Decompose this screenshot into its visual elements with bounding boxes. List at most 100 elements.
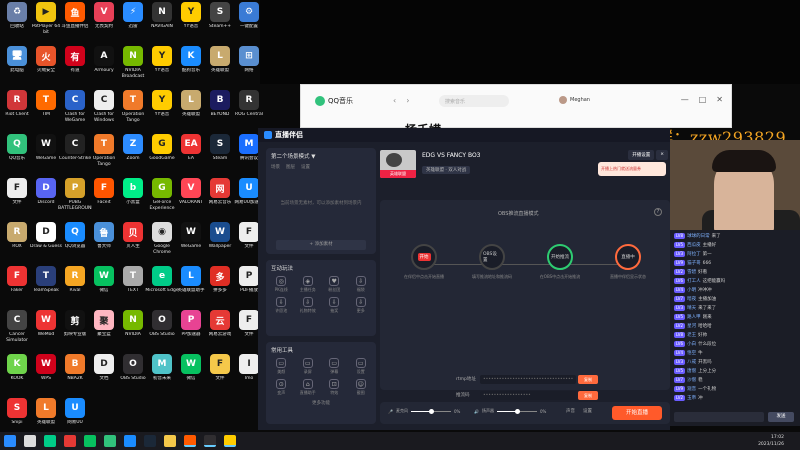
tool-button[interactable]: ◈ 主播任务 xyxy=(295,276,322,293)
chat-username[interactable]: 打工人 xyxy=(687,279,701,284)
folder-icon[interactable] xyxy=(164,435,176,447)
tool-button[interactable]: ⇩ 福袋 xyxy=(348,276,375,293)
tool-label: 录屏 xyxy=(303,369,312,374)
chat-username[interactable]: 球球的日常 xyxy=(687,234,710,239)
chat-username[interactable]: 晴天 xyxy=(687,306,696,311)
netease-icon[interactable] xyxy=(64,435,76,447)
mic-volume[interactable]: 🎤 麦克风 0% xyxy=(388,408,460,414)
tool-label: PK连线 xyxy=(274,287,288,292)
scene-tab[interactable]: 场景 xyxy=(271,164,280,170)
chat-username[interactable]: 老王 xyxy=(687,333,696,338)
tool-button[interactable]: ⇩ 更多 xyxy=(348,297,375,314)
speaker-slider-handle[interactable] xyxy=(514,408,520,414)
tool-button[interactable]: ☺ 截图 xyxy=(348,379,375,396)
tool-button[interactable]: ⇩ 许愿池 xyxy=(268,297,295,314)
user-profile[interactable]: Meghan xyxy=(559,96,590,104)
room-cover[interactable]: 英雄联盟 xyxy=(380,150,416,178)
back-icon[interactable]: ‹ xyxy=(393,96,396,105)
stream-key-field[interactable]: •••••••••••••••••• xyxy=(480,390,576,400)
edge-icon[interactable] xyxy=(44,435,56,447)
promo-banner[interactable]: 开播上热门就送流量券 xyxy=(598,162,666,176)
scene-tabs: 场景 图层 设置 xyxy=(266,164,376,170)
add-source-button[interactable]: + 添加素材 xyxy=(276,240,366,250)
chat-username[interactable]: 路人甲 xyxy=(687,315,701,320)
room-title[interactable]: EDG VS FANCY BO3 xyxy=(422,152,481,159)
tools-panel: 常用工具 ▭ 美颜 ▭ 录屏 ▭ 弹幕 ▭ 设置 ⊙ 变声 ⌂ 直播助手 ⊡ 特效 ☺ 截图 更多功能 xyxy=(266,342,376,424)
tool-button[interactable]: ⊡ 特效 xyxy=(321,379,348,396)
chat-input[interactable] xyxy=(674,412,764,422)
app-icon: EA xyxy=(181,134,201,154)
speaker-slider[interactable] xyxy=(496,408,537,414)
chat-username[interactable]: 沙僧 xyxy=(687,378,696,383)
chat-username[interactable]: 阿拉丁 xyxy=(687,252,701,257)
tool-button[interactable]: ▭ 美颜 xyxy=(268,358,295,375)
chat-username[interactable]: 唐僧 xyxy=(687,369,696,374)
close-icon[interactable]: ✕ xyxy=(716,95,723,104)
search-input[interactable]: 搜索音乐 xyxy=(439,95,509,107)
chat-send-button[interactable]: 发送 xyxy=(768,412,794,422)
scene-tab[interactable]: 设置 xyxy=(301,164,310,170)
tool-button[interactable]: ♥ 粉丝团 xyxy=(321,276,348,293)
sound-button[interactable]: 声音 xyxy=(566,408,575,414)
wechat-icon[interactable] xyxy=(84,435,96,447)
chat-username[interactable]: 星河 xyxy=(687,324,696,329)
mic-slider-handle[interactable] xyxy=(428,408,434,414)
minimize-icon[interactable]: — xyxy=(681,95,689,104)
desktop-icon-label: 网易UU xyxy=(67,420,83,425)
chat-username[interactable]: 猫子哥 xyxy=(687,261,701,266)
chat-message: LV9 观音 一个礼物 xyxy=(670,385,800,394)
chat-username[interactable]: 西瓜皮 xyxy=(687,243,701,248)
tool-button[interactable]: ⌂ 直播助手 xyxy=(295,379,322,396)
tool-button[interactable]: ⇩ 礼物特效 xyxy=(295,297,322,314)
tool-button[interactable]: ▭ 弹幕 xyxy=(321,358,348,375)
maximize-icon[interactable]: □ xyxy=(699,95,707,104)
chat-username[interactable]: 雪碧 xyxy=(687,270,696,275)
chat-username[interactable]: 玉帝 xyxy=(687,396,696,401)
steam-icon[interactable] xyxy=(144,435,156,447)
start-live-button[interactable]: 开始直播 xyxy=(612,406,662,420)
tool-icon: ▭ xyxy=(276,358,287,368)
qq-music-window[interactable]: QQ音乐 ‹ › 搜索音乐 Meghan — □ ✕ 杨千嬅 xyxy=(300,84,732,137)
tool-button[interactable]: ▭ 设置 xyxy=(348,358,375,375)
app-icon: W xyxy=(94,266,114,286)
settings-button[interactable]: 设置 xyxy=(583,408,592,414)
close-icon[interactable]: × xyxy=(656,150,668,160)
rtmp-url-field[interactable]: •••••••••••••••••••••••••••••••••• xyxy=(480,374,576,384)
app-icon: Y xyxy=(152,90,172,110)
start-icon[interactable] xyxy=(4,435,16,447)
chat-username[interactable]: 八戒 xyxy=(687,360,696,365)
chrome-icon[interactable] xyxy=(24,435,36,447)
chat-username[interactable]: 小白 xyxy=(687,342,696,347)
tool-button[interactable]: ⇩ 抽奖 xyxy=(321,297,348,314)
vscode-icon[interactable] xyxy=(124,435,136,447)
help-icon[interactable]: ? xyxy=(654,208,662,216)
more-tools-link[interactable]: 更多功能 xyxy=(266,400,376,406)
mic-slider[interactable] xyxy=(410,408,451,414)
douyu-icon[interactable] xyxy=(184,435,196,447)
scene-tab[interactable]: 图层 xyxy=(286,164,295,170)
system-clock[interactable]: 17:02 2023/11/26 xyxy=(758,434,784,448)
qq-music-icon[interactable] xyxy=(104,435,116,447)
obs-icon[interactable] xyxy=(204,435,216,447)
qq-music-icon xyxy=(315,96,325,106)
tool-button[interactable]: ▭ 录屏 xyxy=(295,358,322,375)
app-icon: L xyxy=(181,266,201,286)
room-category[interactable]: 英雄联盟 · 双人对战 xyxy=(422,166,471,174)
chat-username[interactable]: 小明 xyxy=(687,288,696,293)
yy-icon[interactable] xyxy=(224,435,236,447)
chat-username[interactable]: 悟空 xyxy=(687,351,696,356)
copy-button[interactable]: 复制 xyxy=(578,390,598,400)
chat-username[interactable]: 观音 xyxy=(687,387,696,392)
app-icon: N xyxy=(123,46,143,66)
forward-icon[interactable]: › xyxy=(406,96,409,105)
tool-icon: ⇩ xyxy=(355,297,366,307)
speaker-volume[interactable]: 🔊 扬声器 0% xyxy=(474,408,546,414)
tool-button[interactable]: ⊙ 变声 xyxy=(268,379,295,396)
main-area: 英雄联盟 EDG VS FANCY BO3 英雄联盟 · 双人对战 开播设置 × … xyxy=(380,148,670,443)
copy-button[interactable]: 复制 xyxy=(578,374,598,384)
scene-selector[interactable]: 第二个场景模式 ▼ xyxy=(266,148,376,164)
tool-button[interactable]: ◎ PK连线 xyxy=(268,276,295,293)
app-icon: S xyxy=(7,398,27,418)
stream-settings-button[interactable]: 开播设置 xyxy=(628,150,655,160)
chat-username[interactable]: 暗夜 xyxy=(687,297,696,302)
